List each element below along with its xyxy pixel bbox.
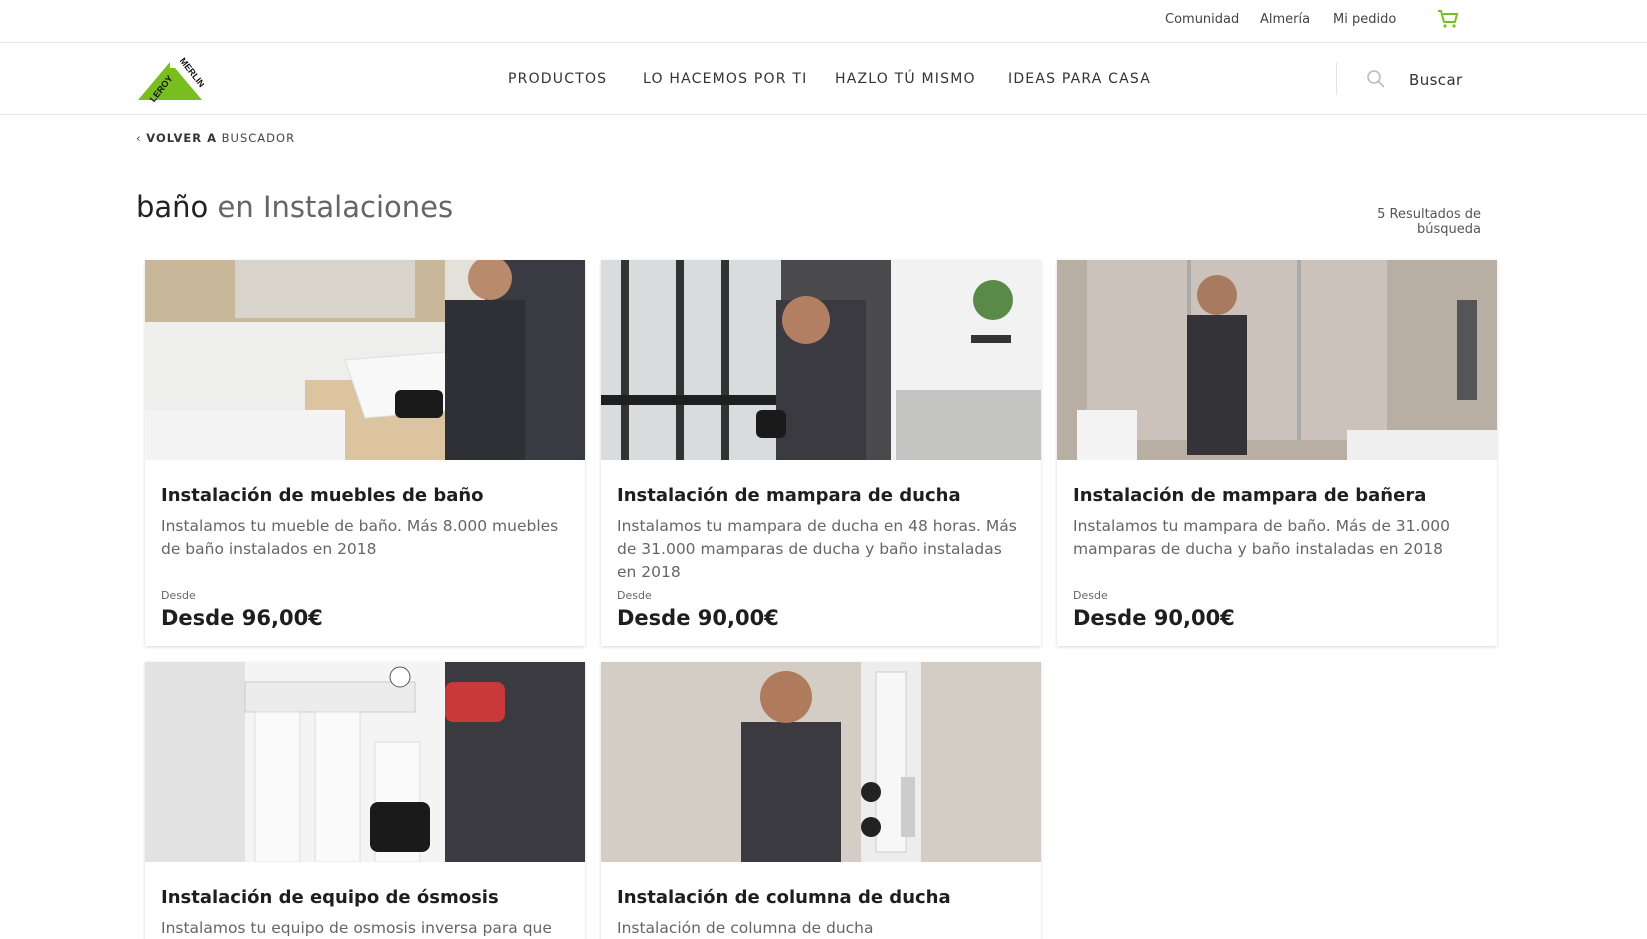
service-card[interactable]: Instalación de columna de ducha Instalac… (601, 662, 1041, 939)
search-button[interactable]: Buscar (1409, 71, 1463, 89)
link-mi-pedido[interactable]: Mi pedido (1333, 12, 1396, 27)
back-label-bold: VOLVER A (146, 131, 217, 145)
card-title: Instalación de equipo de ósmosis (161, 887, 499, 908)
price-label: Desde (617, 589, 652, 602)
card-image (145, 260, 585, 460)
card-description: Instalamos tu mueble de baño. Más 8.000 … (161, 517, 559, 558)
card-image (1057, 260, 1497, 460)
price-label: Desde (1073, 589, 1108, 602)
card-title: Instalación de columna de ducha (617, 887, 951, 908)
service-card[interactable]: Instalación de equipo de ósmosis Instala… (145, 662, 585, 939)
back-to-search-link[interactable]: ‹ VOLVER A BUSCADOR (136, 131, 295, 145)
search-query: baño (136, 190, 209, 224)
main-header: LEROY MERLIN PRODUCTOS LO HACEMOS POR TI… (0, 43, 1647, 115)
search-category: Instalaciones (262, 190, 454, 224)
card-title: Instalación de mampara de ducha (617, 485, 961, 506)
nav-ideas-para-casa[interactable]: IDEAS PARA CASA (1008, 71, 1151, 87)
back-label-rest: BUSCADOR (221, 131, 296, 145)
service-card[interactable]: Instalación de muebles de baño Instalamo… (145, 260, 585, 646)
nav-hazlo-tu-mismo[interactable]: HAZLO TÚ MISMO (835, 71, 976, 87)
card-title: Instalación de mampara de bañera (1073, 485, 1427, 506)
price-label: Desde (161, 589, 196, 602)
card-price: Desde 90,00€ (617, 606, 779, 630)
card-title: Instalación de muebles de baño (161, 485, 484, 506)
utility-bar: Comunidad Almería Mi pedido (0, 0, 1647, 43)
card-price: Desde 96,00€ (161, 606, 323, 630)
brand-logo[interactable]: LEROY MERLIN (136, 56, 204, 102)
link-store-location[interactable]: Almería (1260, 12, 1310, 27)
service-card[interactable]: Instalación de mampara de ducha Instalam… (601, 260, 1041, 646)
search-icon[interactable] (1366, 69, 1386, 89)
card-description: Instalamos tu mampara de baño. Más de 31… (1073, 517, 1451, 558)
chevron-left-icon: ‹ (136, 131, 147, 145)
results-count: 5 Resultados de búsqueda (1377, 207, 1481, 237)
header-divider (1336, 63, 1337, 95)
card-description: Instalamos tu equipo de osmosis inversa … (161, 919, 552, 937)
card-price: Desde 90,00€ (1073, 606, 1235, 630)
card-description: Instalación de columna de ducha (617, 919, 874, 937)
cart-icon[interactable] (1437, 9, 1459, 29)
link-comunidad[interactable]: Comunidad (1165, 12, 1239, 27)
service-card[interactable]: Instalación de mampara de bañera Instala… (1057, 260, 1497, 646)
card-image (601, 260, 1041, 460)
nav-productos[interactable]: PRODUCTOS (508, 71, 607, 87)
card-image (601, 662, 1041, 862)
card-description: Instalamos tu mampara de ducha en 48 hor… (617, 517, 1017, 581)
card-image (145, 662, 585, 862)
title-connector: en (217, 190, 254, 224)
nav-lo-hacemos-por-ti[interactable]: LO HACEMOS POR TI (643, 71, 807, 87)
page-title: baño en Instalaciones (136, 190, 453, 224)
